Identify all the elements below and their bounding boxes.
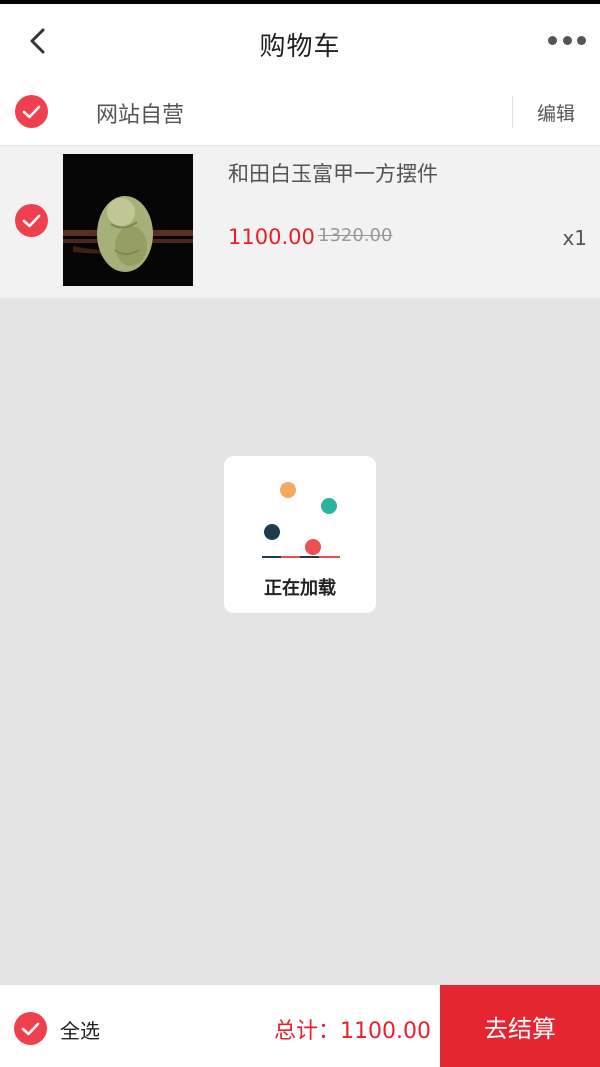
product-image[interactable] xyxy=(63,154,193,286)
loading-spinner-icon xyxy=(262,482,340,558)
product-original-price: 1320.00 xyxy=(318,225,393,246)
page-title: 购物车 xyxy=(259,32,341,62)
shop-select-checkbox[interactable] xyxy=(15,95,48,128)
divider xyxy=(512,96,513,128)
edit-button[interactable]: 编辑 xyxy=(537,99,575,126)
select-all-label[interactable]: 全选 xyxy=(60,1015,100,1044)
loading-toast: 正在加载 xyxy=(224,456,376,613)
product-price: 1100.00 xyxy=(228,225,315,249)
more-dots-icon[interactable] xyxy=(548,30,586,50)
checkout-button[interactable]: 去结算 xyxy=(440,985,600,1067)
shop-name: 网站自营 xyxy=(96,103,185,128)
shop-header: 网站自营 编辑 xyxy=(0,78,600,146)
checkout-bar: 全选 总计：1100.00 去结算 xyxy=(0,984,600,1067)
cart-item[interactable]: 和田白玉富甲一方摆件 1100.00 1320.00 x1 xyxy=(0,146,600,298)
item-select-checkbox[interactable] xyxy=(15,204,48,237)
nav-bar: 购物车 xyxy=(0,4,600,78)
loading-text: 正在加载 xyxy=(264,578,336,599)
select-all-checkbox[interactable] xyxy=(14,1012,47,1045)
total-price: 总计：1100.00 xyxy=(274,1019,431,1044)
product-quantity: x1 xyxy=(562,226,587,250)
checkmark-icon xyxy=(21,1022,40,1036)
checkmark-icon xyxy=(22,214,41,228)
checkmark-icon xyxy=(22,105,41,119)
product-title[interactable]: 和田白玉富甲一方摆件 xyxy=(228,158,438,188)
